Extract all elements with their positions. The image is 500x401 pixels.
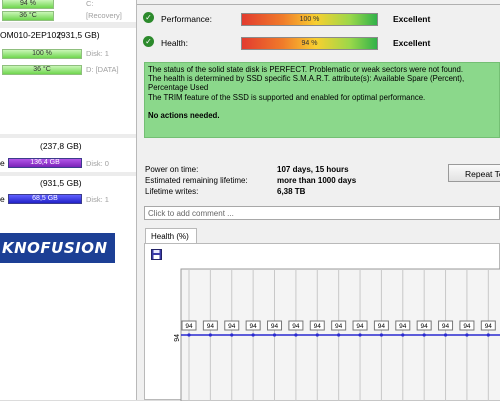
data-point[interactable] — [272, 333, 277, 337]
lifetime-label: Estimated remaining lifetime: — [145, 176, 248, 185]
data-label: 94 — [421, 323, 429, 330]
volume-header[interactable]: (931,5 GB) — [0, 178, 136, 189]
status-summary-box: The status of the solid state disk is PE… — [144, 62, 500, 138]
temperature-bar: 36 °C — [2, 11, 54, 21]
summary-line: Percentage Used — [148, 83, 209, 93]
check-icon: ✓ — [143, 36, 154, 47]
disk-number: Disk: 1 — [86, 49, 109, 58]
data-point[interactable] — [230, 333, 234, 337]
health-bar: 94 % — [241, 37, 378, 50]
data-point[interactable] — [337, 333, 341, 337]
disk-number: Disk: 0 — [86, 159, 109, 168]
drive-label: [Recovery] — [86, 11, 122, 20]
check-icon: ✓ — [143, 12, 154, 23]
chart-canvas: 94 94 94 94 94 94 94 94 94 94 94 94 94 94 94 94 — [174, 268, 500, 401]
usage-bar: 136,4 GB — [8, 158, 82, 168]
volume-usage-row[interactable]: e 136,4 GB Disk: 0 — [0, 158, 136, 169]
data-point[interactable] — [315, 333, 319, 337]
lifetime-value: more than 1000 days — [277, 176, 357, 185]
volume-usage-row[interactable]: e 68,5 GB Disk: 1 — [0, 194, 136, 205]
writes-value: 6,38 TB — [277, 187, 306, 196]
data-label: 94 — [250, 323, 258, 330]
comment-input[interactable]: Click to add comment ... — [144, 206, 500, 220]
tab-health[interactable]: Health (%) — [145, 228, 197, 244]
writes-label: Lifetime writes: — [145, 187, 199, 196]
disk-list-panel: 94 % C: 36 °C [Recovery] OM010-2EP102 (9… — [0, 0, 137, 400]
data-label: 94 — [378, 323, 386, 330]
data-point[interactable] — [379, 333, 384, 337]
y-axis-label: 94 — [174, 334, 181, 342]
volume-prefix: e — [0, 158, 5, 168]
data-label: 94 — [228, 323, 236, 330]
data-point[interactable] — [358, 333, 362, 337]
performance-bar: 100 % — [241, 13, 378, 26]
data-label: 94 — [314, 323, 322, 330]
drive-letter: C: — [86, 0, 94, 8]
performance-verdict: Excellent — [393, 14, 431, 24]
data-point[interactable] — [401, 333, 405, 337]
power-on-label: Power on time: — [145, 165, 199, 174]
data-point[interactable] — [443, 333, 448, 337]
data-point[interactable] — [187, 333, 191, 337]
separator — [0, 172, 136, 176]
data-label: 94 — [442, 323, 450, 330]
disk-size: (931,5 GB) — [58, 30, 100, 40]
disk-number: Disk: 1 — [86, 195, 109, 204]
disk-header[interactable]: OM010-2EP102 (931,5 GB) — [0, 30, 136, 41]
usage-bar: 68,5 GB — [8, 194, 82, 204]
data-point[interactable] — [422, 333, 426, 337]
details-panel: ✓ Performance: 100 % Excellent ✓ Health:… — [137, 0, 500, 401]
partition-row[interactable]: 36 °C [Recovery] — [0, 10, 136, 21]
summary-line: The status of the solid state disk is PE… — [148, 65, 464, 74]
disk-temp-row[interactable]: 36 °C D: [DATA] — [0, 64, 136, 75]
separator — [0, 134, 136, 138]
health-verdict: Excellent — [393, 38, 431, 48]
drive-label: D: [DATA] — [86, 65, 119, 74]
tab-strip[interactable] — [137, 0, 500, 5]
data-label: 94 — [485, 323, 493, 330]
data-label: 94 — [335, 323, 343, 330]
data-label: 94 — [185, 323, 193, 330]
volume-size: (931,5 GB) — [40, 178, 82, 188]
health-bar: 94 % — [2, 0, 54, 9]
data-point[interactable] — [294, 333, 298, 337]
data-label: 94 — [271, 323, 279, 330]
data-point[interactable] — [486, 333, 490, 337]
volume-size: (237,8 GB) — [40, 141, 82, 151]
health-bar: 100 % — [2, 49, 82, 59]
data-label: 94 — [207, 323, 215, 330]
data-label: 94 — [399, 323, 407, 330]
disk-health-row[interactable]: 100 % Disk: 1 — [0, 48, 136, 59]
watermark-logo: KNOFUSION — [0, 233, 115, 263]
data-point[interactable] — [465, 333, 469, 337]
data-label: 94 — [463, 323, 471, 330]
data-point[interactable] — [208, 333, 212, 337]
separator — [0, 22, 136, 28]
data-label: 94 — [292, 323, 300, 330]
volume-header[interactable]: (237,8 GB) — [0, 141, 136, 152]
power-on-value: 107 days, 15 hours — [277, 165, 349, 174]
volume-prefix: e — [0, 194, 5, 204]
partition-row[interactable]: 94 % C: — [0, 0, 136, 9]
performance-label: Performance: — [161, 14, 213, 24]
disk-model: OM010-2EP102 — [0, 30, 61, 40]
health-chart: 94 94 94 94 94 94 94 94 94 94 94 94 94 94 94 94 — [144, 243, 500, 401]
summary-line: The TRIM feature of the SSD is supported… — [148, 92, 426, 102]
action-text: No actions needed. — [148, 110, 220, 120]
data-point[interactable] — [251, 333, 255, 337]
repeat-test-button[interactable]: Repeat Te — [448, 164, 500, 182]
data-label: 94 — [356, 323, 364, 330]
temperature-bar: 36 °C — [2, 65, 82, 75]
summary-line: The health is determined by SSD specific… — [148, 74, 465, 84]
health-label: Health: — [161, 38, 188, 48]
